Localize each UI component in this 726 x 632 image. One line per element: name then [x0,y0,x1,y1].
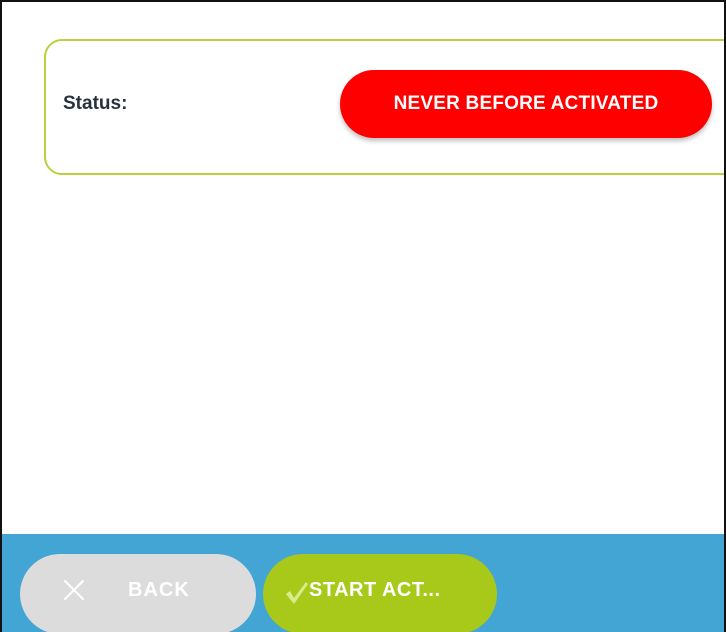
app-frame: Status: NEVER BEFORE ACTIVATED BACK STAR… [0,0,726,632]
back-button-label: BACK [128,579,190,601]
back-button[interactable]: BACK [20,554,256,632]
footer-bar: BACK START ACT... [2,534,724,632]
status-badge-text: NEVER BEFORE ACTIVATED [393,93,659,114]
status-card: Status: NEVER BEFORE ACTIVATED [44,39,724,175]
status-badge: NEVER BEFORE ACTIVATED [340,70,712,138]
check-icon [286,582,308,604]
start-activation-button[interactable]: START ACT... [263,554,497,632]
close-icon [64,580,84,600]
status-label: Status: [63,93,128,114]
start-activation-button-label: START ACT... [309,579,441,601]
